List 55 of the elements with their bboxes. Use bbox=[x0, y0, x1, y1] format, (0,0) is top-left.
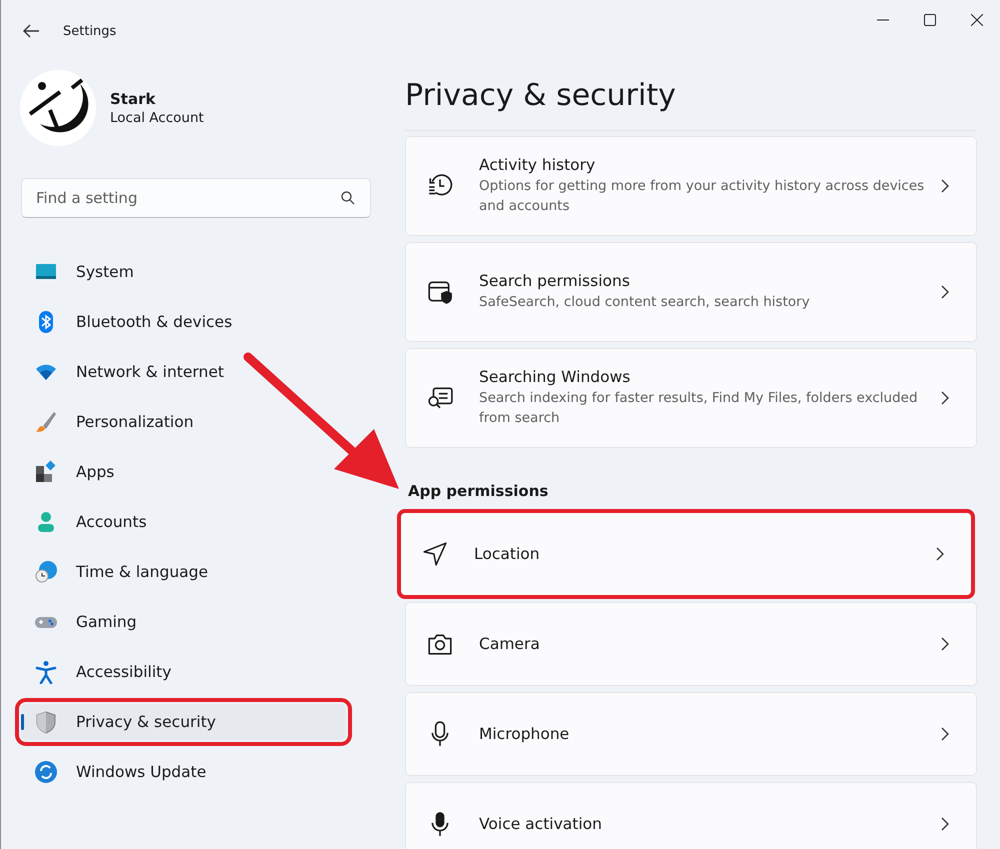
chevron-right-icon bbox=[936, 547, 944, 561]
card-title: Microphone bbox=[479, 725, 570, 743]
avatar-logo-icon bbox=[20, 70, 96, 146]
sidebar-item[interactable]: Bluetooth & devices bbox=[21, 304, 346, 340]
sidebar-item[interactable]: Network & internet bbox=[21, 354, 346, 390]
chevron-right-icon bbox=[941, 727, 949, 741]
sidebar-item-icon bbox=[34, 560, 58, 584]
card-description: Options for getting more from your activity history across devices and accounts bbox=[479, 177, 926, 216]
sidebar-item[interactable]: Accounts bbox=[21, 504, 346, 540]
page-title: Privacy & security bbox=[405, 77, 677, 115]
permission-card[interactable]: Location bbox=[400, 512, 972, 596]
sidebar-item[interactable]: Gaming bbox=[21, 604, 346, 640]
section-title: App permissions bbox=[408, 482, 550, 500]
chevron-right-icon bbox=[941, 817, 949, 831]
sidebar-item[interactable]: Accessibility bbox=[21, 654, 346, 690]
settings-icon bbox=[427, 385, 453, 411]
permission-card[interactable]: Camera bbox=[405, 602, 977, 686]
sidebar-item-icon bbox=[34, 710, 58, 734]
sidebar-item[interactable]: Time & language bbox=[21, 554, 346, 590]
account-type: Local Account bbox=[110, 110, 204, 126]
permission-card[interactable]: Voice activation bbox=[405, 782, 977, 849]
chevron-right-icon bbox=[941, 391, 949, 405]
sidebar-item-icon bbox=[34, 760, 58, 784]
account-name: Stark bbox=[110, 90, 156, 108]
minimize-icon bbox=[876, 19, 888, 21]
sidebar-item-icon bbox=[34, 410, 58, 434]
settings-card[interactable]: Searching Windows Search indexing for faster results, Find My Files, folders excluded from search bbox=[405, 348, 977, 448]
search-field[interactable]: Find a setting bbox=[21, 178, 371, 218]
card-title: Searching Windows bbox=[479, 368, 632, 386]
card-title: Activity history bbox=[479, 156, 596, 174]
settings-card[interactable]: Search permissions SafeSearch, cloud content search, search history bbox=[405, 242, 977, 342]
permission-icon bbox=[422, 541, 448, 567]
sidebar-item[interactable]: Privacy & security bbox=[21, 704, 346, 740]
search-icon bbox=[341, 191, 355, 205]
settings-icon bbox=[427, 279, 453, 305]
card-description: Search indexing for faster results, Find My Files, folders excluded from search bbox=[479, 389, 919, 428]
settings-card[interactable]: Activity history Options for getting more from your activity history across devices and accounts bbox=[405, 136, 977, 236]
chevron-right-icon bbox=[941, 179, 949, 193]
sidebar-item-icon bbox=[34, 660, 58, 684]
permission-card[interactable]: Microphone bbox=[405, 692, 977, 776]
sidebar-item[interactable]: Windows Update bbox=[21, 754, 346, 790]
maximize-icon bbox=[924, 14, 936, 26]
card-description: SafeSearch, cloud content search, search history bbox=[479, 293, 811, 312]
sidebar-item[interactable]: Apps bbox=[21, 454, 346, 490]
chevron-right-icon bbox=[941, 285, 949, 299]
sidebar-item-icon bbox=[34, 460, 58, 484]
window-title: Settings bbox=[63, 24, 116, 38]
card-title: Voice activation bbox=[479, 815, 603, 833]
chevron-right-icon bbox=[941, 637, 949, 651]
card-title: Search permissions bbox=[479, 272, 631, 290]
sidebar-item[interactable]: Personalization bbox=[21, 404, 346, 440]
card-title: Camera bbox=[479, 635, 541, 653]
close-icon bbox=[970, 14, 982, 26]
card-title: Location bbox=[474, 545, 541, 563]
sidebar-item[interactable]: System bbox=[21, 254, 346, 290]
